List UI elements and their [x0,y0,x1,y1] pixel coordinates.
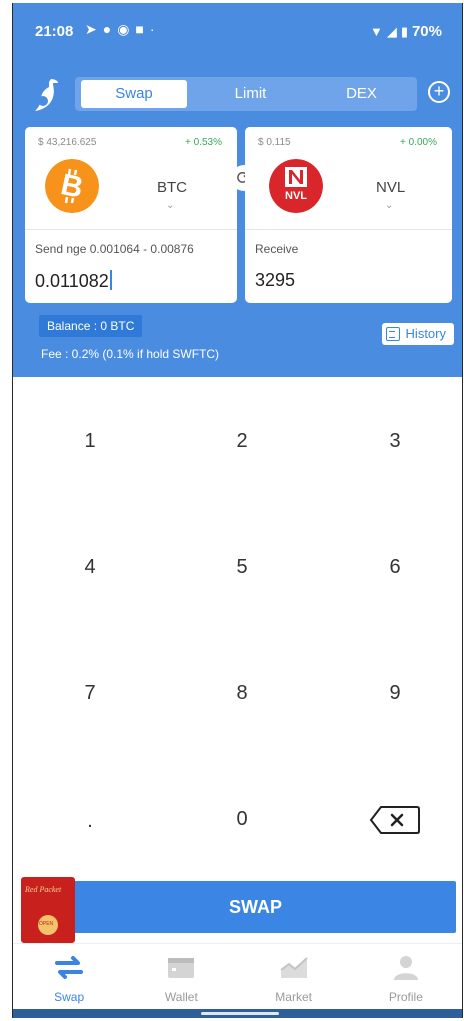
key-5[interactable]: 5 [167,537,317,597]
facebook-icon: ◉ [117,21,136,37]
history-button[interactable]: History [381,323,454,345]
to-change: + 0.00% [400,137,437,148]
from-price: $ 43,216.625 [38,137,97,148]
to-coin-symbol: NVL [376,179,406,196]
backspace-icon [369,805,420,834]
send-field[interactable]: Send nge 0.001064 - 0.00876 0.011082 [25,229,237,303]
wifi-icon: ▼ [369,24,383,39]
nav-wallet[interactable]: Wallet [125,944,237,1009]
battery-percent: 70% [411,23,442,40]
receive-label: Receive [255,242,299,256]
tab-dex[interactable]: DEX [306,80,417,108]
key-1[interactable]: 1 [15,411,165,471]
balance-badge: Balance : 0 BTC [39,315,143,337]
signal-icon: ◢ [386,24,397,39]
from-change: + 0.53% [185,137,222,148]
market-icon [280,957,308,978]
status-bar: 21:08 ➤●◉■· ▼ ◢ ▮ 70% [13,3,462,61]
svg-text:NVL: NVL [285,190,307,202]
red-packet-label: Red Packet [25,885,62,894]
swap-icon [55,956,84,979]
telegram-icon: ➤ [85,21,103,37]
gesture-bar [13,1009,462,1018]
status-right: ▼ ◢ ▮ 70% [370,23,442,40]
receive-amount: 3295 [255,270,296,290]
notification-icons: ➤●◉■· [85,21,161,38]
key-4[interactable]: 4 [15,537,165,597]
red-packet-button[interactable]: Red Packet OPEN [21,877,75,943]
from-coin-symbol: BTC [157,179,187,196]
send-card: $ 43,216.625 + 0.53% B BTC ⌄ Send nge 0.… [25,127,237,303]
nvl-icon: NVL [269,159,323,213]
red-packet-seal: OPEN [38,915,58,935]
key-8[interactable]: 8 [167,663,317,723]
history-icon [385,327,400,341]
tab-limit[interactable]: Limit [195,80,306,108]
profile-icon [393,956,418,980]
bottom-nav: Swap Wallet Market Profile [13,943,462,1009]
chevron-down-icon: ⌄ [385,200,394,211]
messenger-icon: ● [102,21,118,37]
gesture-handle[interactable] [201,1012,279,1015]
send-amount-input[interactable]: 0.011082 [35,270,112,292]
chevron-down-icon: ⌄ [166,200,175,211]
key-2[interactable]: 2 [167,411,317,471]
add-icon[interactable]: + [428,81,450,103]
nav-profile-label: Profile [388,990,423,1004]
key-0[interactable]: 0 [167,789,317,849]
dot-icon: · [149,21,161,37]
key-decimal[interactable]: . [15,791,165,851]
nav-market[interactable]: Market [238,944,350,1009]
nav-swap[interactable]: Swap [13,944,125,1009]
tab-swap[interactable]: Swap [81,80,187,108]
receive-field: Receive 3295 [245,229,452,303]
from-coin-selector[interactable]: $ 43,216.625 + 0.53% B BTC ⌄ [25,127,237,229]
swap-panel: Swap Limit DEX + $ 43,216.625 + 0.53% B … [13,61,462,377]
nav-swap-label: Swap [54,990,85,1004]
key-3[interactable]: 3 [320,411,462,471]
youtube-icon: ■ [135,21,150,37]
key-7[interactable]: 7 [15,663,165,723]
mode-tabs: Swap Limit DEX [75,77,417,111]
numeric-keypad: 1 2 3 4 5 6 7 8 9 . 0 [13,377,462,877]
history-label: History [405,326,446,341]
to-price: $ 0.115 [258,137,291,148]
nav-wallet-label: Wallet [164,990,198,1004]
fee-info: Fee : 0.2% (0.1% if hold SWFTC) [41,347,220,361]
bitcoin-icon: B [45,159,99,213]
swap-button[interactable]: SWAP [55,881,456,933]
app-screen: 21:08 ➤●◉■· ▼ ◢ ▮ 70% Swap Limit DEX + $ 43… [12,3,463,1018]
nav-profile[interactable]: Profile [350,944,462,1009]
battery-icon: ▮ [400,24,408,39]
status-time: 21:08 [35,23,74,40]
key-6[interactable]: 6 [320,537,462,597]
to-coin-selector[interactable]: $ 0.115 + 0.00% NVL NVL ⌄ [245,127,452,229]
key-9[interactable]: 9 [320,663,462,723]
app-logo-icon [35,79,58,111]
backspace-key[interactable] [320,789,462,849]
receive-card: $ 0.115 + 0.00% NVL NVL ⌄ Receive 3295 [245,127,452,303]
send-range-label: Send nge 0.001064 - 0.00876 [35,242,194,256]
wallet-icon [168,958,195,978]
nav-market-label: Market [275,990,312,1004]
text-cursor [109,270,112,290]
